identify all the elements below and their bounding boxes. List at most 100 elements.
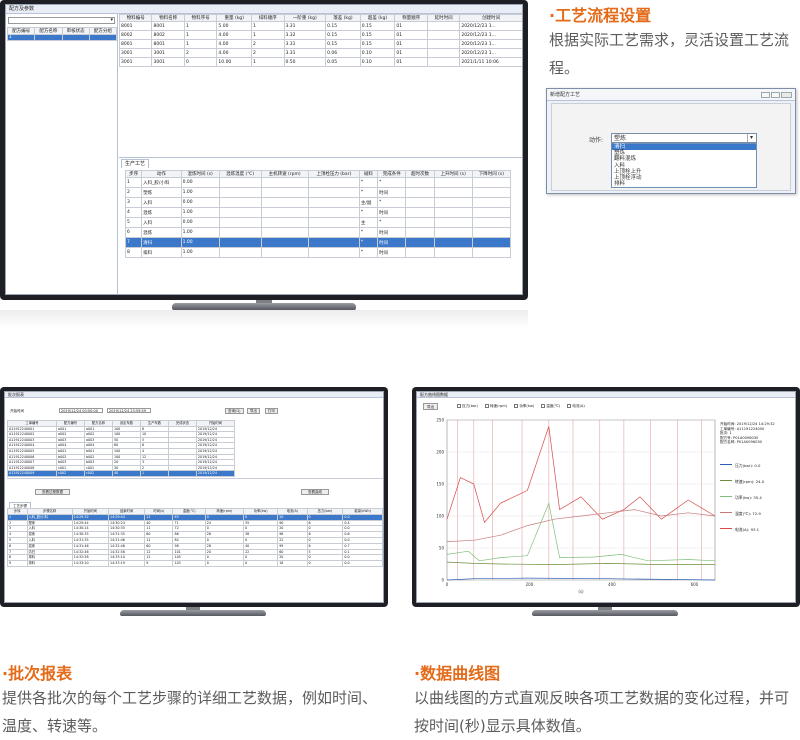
table-cell: 7 <box>124 237 143 248</box>
batch-window: 批次报表 开始时间 2019/12/24 00:00:00 2019/12/24… <box>4 391 384 603</box>
checkbox-icon[interactable] <box>457 404 461 408</box>
table-header-row: 步序 动作 混炼时间 (s) 混炼温度 (℃) 主机转速 (rpm) 上顶栓压力 (bar… <box>124 170 512 178</box>
column-header[interactable]: 碰料 <box>358 170 379 178</box>
table-row[interactable]: 3001 3001 2 4.00 2 3.31 0.06 0.10 01 2020/12/23 1… <box>118 48 522 58</box>
table-cell: 14:33:19 <box>107 560 146 567</box>
table-row[interactable]: 7 清扫 1.00 * 时间 <box>124 237 512 248</box>
readout: 压力(bar): 0.0 <box>720 464 794 468</box>
table-cell: 1 <box>183 21 218 31</box>
query-button[interactable]: 查询(Q) <box>225 408 244 414</box>
action-option[interactable]: 排料 <box>612 181 756 187</box>
column-header[interactable]: 上顶栓压力 (bar) <box>307 170 360 178</box>
step-table: 步序 步骤名称 开始时间 结束时间 时间(s) 温度(℃) 转速(rpm) 功率(kw) 电流(… <box>7 508 383 567</box>
column-header[interactable]: 主机转速 (rpm) <box>260 170 309 178</box>
table-row[interactable]: 8002 8002 1 4.00 1 3.32 0.15 0.15 01 2020/12/23 1… <box>118 30 522 40</box>
curve-button[interactable]: 查看曲线 <box>301 489 329 495</box>
close-button[interactable] <box>781 92 792 98</box>
column-header[interactable]: 落差 (kg) <box>325 14 361 22</box>
tab-process[interactable]: 生产工艺 <box>121 159 150 168</box>
export-curve-button[interactable]: 导出 <box>423 403 439 410</box>
table-row[interactable]: 4 混炼 1.00 * 时间 <box>124 207 512 218</box>
table-row[interactable]: 5 入料 0.00 主 * <box>124 217 512 228</box>
maximize-button[interactable] <box>771 92 780 98</box>
action-options-list: 清扫 塑炼 翻料混炼 入料 上顶栓上升 上顶栓浮动 排料 <box>611 143 757 189</box>
legend-check[interactable]: 电流(A) <box>567 404 585 408</box>
checkbox-icon[interactable] <box>541 404 546 408</box>
table-cell <box>260 177 309 188</box>
table-cell: 入料 <box>141 217 182 228</box>
table-cell <box>307 197 360 208</box>
column-header[interactable]: 创建时间 <box>459 14 522 22</box>
curve-window-title: 配方曲线图数据 <box>420 392 448 397</box>
column-header[interactable]: 超差 (kg) <box>359 14 396 22</box>
column-header[interactable]: 延时时间 <box>426 14 461 22</box>
detail-button[interactable]: 查看过程数据 <box>35 489 70 495</box>
table-cell: 混炼 <box>141 227 182 238</box>
action-select[interactable]: 塑炼 ▾ <box>611 133 757 143</box>
column-header[interactable]: 物料序号 <box>183 14 218 22</box>
table-row[interactable]: 3001 3001 0 10.00 1 0.50 0.05 0.10 01 2021/1/11 1… <box>118 57 522 67</box>
start-time-input[interactable]: 2019/12/24 00:00:00 <box>59 408 103 413</box>
column-header[interactable]: 超时次数 <box>405 170 435 178</box>
column-header[interactable]: 配方分组 <box>88 27 118 35</box>
y-tick-label: 100 <box>436 514 444 519</box>
recipe-list-row[interactable]: 1 <box>6 34 118 41</box>
column-header[interactable]: 审核状态 <box>61 27 90 35</box>
batch-detail-bar: 查看过程数据 查看曲线 <box>7 478 383 504</box>
table-row[interactable]: 8001 8001 1 5.00 1 3.31 0.15 0.15 01 2020/12/23 1… <box>118 21 522 31</box>
table-row[interactable]: A11912240009 c002 c002 40 1 2019/12/24 <box>7 470 236 477</box>
table-row[interactable]: 8 排料 1.00 * 时间 <box>124 247 512 258</box>
table-cell: 时间 <box>377 247 407 258</box>
legend-check[interactable]: 转速(rpm) <box>484 404 508 408</box>
table-row[interactable]: 1 入料_胶/小料 0.00 * * <box>124 177 512 188</box>
readout-swatch <box>720 464 732 465</box>
column-header[interactable]: 混炼温度 (℃) <box>218 170 262 178</box>
column-header[interactable]: 下降时间 (s) <box>471 170 512 178</box>
column-header[interactable]: 动作 <box>141 170 182 178</box>
monitor-curve-stand <box>532 610 678 616</box>
column-header[interactable]: 排料顺序 <box>251 14 285 22</box>
column-header[interactable]: 配方编号 <box>6 27 36 35</box>
table-cell <box>218 237 262 248</box>
y-tick-label: 0 <box>441 578 444 583</box>
column-header[interactable]: 称量顺序 <box>394 14 428 22</box>
table-cell: 清扫 <box>141 237 182 248</box>
table-row[interactable]: 6 混炼 1.00 * 时间 <box>124 227 512 238</box>
end-time-input[interactable]: 2019/12/24 23:59:59 <box>107 408 151 413</box>
table-row[interactable]: 2 塑炼 1.00 * 时间 <box>124 187 512 198</box>
table-cell: 时间 <box>377 237 407 248</box>
export-button[interactable]: 导出 <box>247 408 260 414</box>
table-cell <box>307 227 360 238</box>
recipe-list-header: 配方编号 配方名称 审核状态 配方分组 <box>6 27 118 35</box>
column-header[interactable]: 一阶重 (kg) <box>283 14 327 22</box>
column-header[interactable]: 重量 (kg) <box>216 14 253 22</box>
section-batch-title: ·批次报表 <box>2 664 73 683</box>
legend-check[interactable]: 功率(kw) <box>514 404 534 408</box>
legend-check[interactable]: 压力(bar) <box>457 404 478 408</box>
minimize-button[interactable] <box>761 92 770 98</box>
column-header[interactable]: 物料名称 <box>151 14 185 22</box>
table-row[interactable]: 9 排料 14:33:10 14:33:19 9 103 0 0 18 0 0.0 <box>7 560 383 567</box>
checkbox-icon[interactable] <box>514 404 519 408</box>
column-header[interactable]: 上升时间 (s) <box>433 170 473 178</box>
group-select[interactable]: ▾ <box>8 17 115 24</box>
checkbox-icon[interactable] <box>484 404 489 408</box>
table-cell <box>260 247 309 258</box>
table-cell: 1 <box>139 470 169 477</box>
print-button[interactable]: 打印 <box>265 408 278 414</box>
column-header[interactable]: 物料编号 <box>118 14 153 22</box>
table-row[interactable]: 8001 8001 1 4.00 2 3.31 0.15 0.15 01 2020/12/23 1… <box>118 39 522 49</box>
column-header[interactable]: 配方名称 <box>34 27 63 35</box>
column-header[interactable]: 完成条件 <box>377 170 407 178</box>
table-cell: 0.15 <box>325 30 361 40</box>
legend-check-label: 转速(rpm) <box>489 404 508 408</box>
table-cell <box>405 227 435 238</box>
legend-check[interactable]: 温度(℃) <box>541 404 560 408</box>
table-cell: 01 <box>394 48 428 58</box>
column-header[interactable]: 混炼时间 (s) <box>180 170 220 178</box>
x-tick-label: 200 <box>526 582 534 587</box>
column-header[interactable]: 步序 <box>124 170 143 178</box>
checkbox-icon[interactable] <box>567 404 572 408</box>
table-row[interactable]: 3 入料 0.00 主/副 * <box>124 197 512 208</box>
table-cell: c002 <box>56 470 85 477</box>
